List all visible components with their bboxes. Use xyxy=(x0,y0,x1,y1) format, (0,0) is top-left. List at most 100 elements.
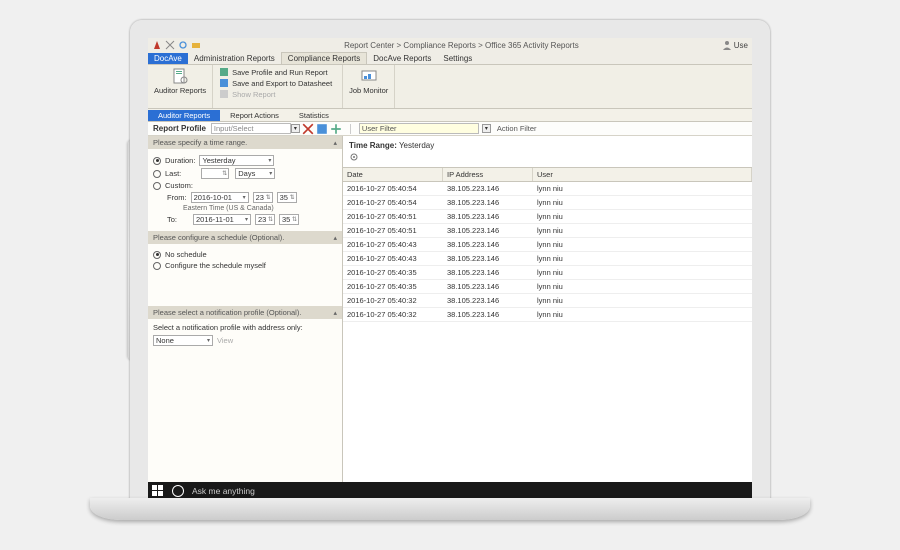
collapse-icon: ▴ xyxy=(333,234,337,242)
start-button-icon[interactable] xyxy=(152,485,164,497)
custom-label: Custom: xyxy=(165,181,193,190)
refresh-icon[interactable] xyxy=(178,40,188,50)
laptop-frame: Report Center > Compliance Reports > Off… xyxy=(130,20,770,500)
main-split: Please specify a time range. ▴ Duration:… xyxy=(148,136,752,482)
cell-ip: 38.105.223.146 xyxy=(443,182,533,195)
cell-ip: 38.105.223.146 xyxy=(443,308,533,321)
from-hour-stepper[interactable]: 23 xyxy=(253,192,273,203)
user-icon xyxy=(722,40,732,50)
radio-no-schedule[interactable] xyxy=(153,251,161,259)
save-export-datasheet-button[interactable]: Save and Export to Datasheet xyxy=(219,78,332,88)
column-date[interactable]: Date xyxy=(343,168,443,181)
from-minute-stepper[interactable]: 35 xyxy=(277,192,297,203)
user-filter-field[interactable]: User Filter xyxy=(359,123,479,134)
save-profile-run-button[interactable]: Save Profile and Run Report xyxy=(219,67,332,77)
table-row[interactable]: 2016-10-27 05:40:3538.105.223.146lynn ni… xyxy=(343,266,752,280)
grid-settings-icon[interactable] xyxy=(349,152,359,162)
cell-ip: 38.105.223.146 xyxy=(443,238,533,251)
cell-user: lynn niu xyxy=(533,196,752,209)
duration-select[interactable]: Yesterday▾ xyxy=(199,155,274,166)
auditor-reports-button[interactable]: Auditor Reports xyxy=(154,67,206,95)
tab-compliance-reports[interactable]: Compliance Reports xyxy=(281,52,367,64)
cortana-icon[interactable] xyxy=(172,485,184,497)
table-row[interactable]: 2016-10-27 05:40:3238.105.223.146lynn ni… xyxy=(343,308,752,322)
table-row[interactable]: 2016-10-27 05:40:5438.105.223.146lynn ni… xyxy=(343,196,752,210)
duration-label: Duration: xyxy=(165,156,195,165)
breadcrumb: Report Center > Compliance Reports > Off… xyxy=(201,41,722,50)
add-profile-icon[interactable] xyxy=(330,123,342,135)
tab-admin-reports[interactable]: Administration Reports xyxy=(188,53,281,64)
column-ip[interactable]: IP Address xyxy=(443,168,533,181)
cell-ip: 38.105.223.146 xyxy=(443,210,533,223)
left-pane: Please specify a time range. ▴ Duration:… xyxy=(148,136,343,482)
cell-date: 2016-10-27 05:40:51 xyxy=(343,210,443,223)
delete-profile-icon[interactable] xyxy=(302,123,314,135)
table-row[interactable]: 2016-10-27 05:40:5438.105.223.146lynn ni… xyxy=(343,182,752,196)
user-filter-dropdown-icon[interactable]: ▾ xyxy=(482,124,491,133)
folder-icon[interactable] xyxy=(191,40,201,50)
last-value-stepper[interactable] xyxy=(201,168,229,179)
tab-settings[interactable]: Settings xyxy=(437,53,478,64)
cell-date: 2016-10-27 05:40:32 xyxy=(343,294,443,307)
view-link[interactable]: View xyxy=(217,336,233,345)
cell-user: lynn niu xyxy=(533,308,752,321)
no-schedule-label: No schedule xyxy=(165,250,207,259)
cell-user: lynn niu xyxy=(533,238,752,251)
configure-schedule-label: Configure the schedule myself xyxy=(165,261,266,270)
to-hour-stepper[interactable]: 23 xyxy=(255,214,275,225)
subtab-report-actions[interactable]: Report Actions xyxy=(220,110,289,121)
cell-user: lynn niu xyxy=(533,280,752,293)
ribbon-tab-strip: DocAve Administration Reports Compliance… xyxy=(148,52,752,65)
tab-docave[interactable]: DocAve xyxy=(148,53,188,64)
cell-ip: 38.105.223.146 xyxy=(443,280,533,293)
subtab-auditor-reports[interactable]: Auditor Reports xyxy=(148,110,220,121)
radio-duration[interactable] xyxy=(153,157,161,165)
right-pane: Time Range: Yesterday Date IP Address Us… xyxy=(343,136,752,482)
last-unit-select[interactable]: Days▾ xyxy=(235,168,275,179)
radio-configure-schedule[interactable] xyxy=(153,262,161,270)
cell-date: 2016-10-27 05:40:32 xyxy=(343,308,443,321)
section-schedule-header[interactable]: Please configure a schedule (Optional). … xyxy=(148,231,342,244)
search-placeholder[interactable]: Ask me anything xyxy=(192,486,255,496)
column-user[interactable]: User xyxy=(533,168,752,181)
notification-profile-label: Select a notification profile with addre… xyxy=(153,323,337,332)
user-badge[interactable]: Use xyxy=(722,40,748,50)
section-time-range-header[interactable]: Please specify a time range. ▴ xyxy=(148,136,342,149)
to-date-picker[interactable]: 2016-11-01▾ xyxy=(193,214,251,225)
table-row[interactable]: 2016-10-27 05:40:4338.105.223.146lynn ni… xyxy=(343,252,752,266)
table-row[interactable]: 2016-10-27 05:40:3238.105.223.146lynn ni… xyxy=(343,294,752,308)
action-filter-label[interactable]: Action Filter xyxy=(497,124,537,133)
cut-icon[interactable] xyxy=(165,40,175,50)
table-row[interactable]: 2016-10-27 05:40:3538.105.223.146lynn ni… xyxy=(343,280,752,294)
report-profile-select[interactable]: Input/Select xyxy=(211,123,291,134)
section-notification-header[interactable]: Please select a notification profile (Op… xyxy=(148,306,342,319)
sub-tab-strip: Auditor Reports Report Actions Statistic… xyxy=(148,109,752,122)
profile-dropdown-icon[interactable]: ▾ xyxy=(291,124,300,133)
table-row[interactable]: 2016-10-27 05:40:5138.105.223.146lynn ni… xyxy=(343,224,752,238)
tab-docave-reports[interactable]: DocAve Reports xyxy=(367,53,437,64)
auditor-reports-label: Auditor Reports xyxy=(154,86,206,95)
radio-last[interactable] xyxy=(153,170,161,178)
cell-date: 2016-10-27 05:40:35 xyxy=(343,266,443,279)
to-minute-stepper[interactable]: 35 xyxy=(279,214,299,225)
timezone-label: Eastern Time (US & Canada) xyxy=(183,205,337,212)
cell-date: 2016-10-27 05:40:54 xyxy=(343,196,443,209)
subtab-statistics[interactable]: Statistics xyxy=(289,110,339,121)
from-date-picker[interactable]: 2016-10-01▾ xyxy=(191,192,249,203)
table-row[interactable]: 2016-10-27 05:40:5138.105.223.146lynn ni… xyxy=(343,210,752,224)
grid-header: Date IP Address User xyxy=(343,168,752,182)
job-monitor-button[interactable]: Job Monitor xyxy=(349,67,388,95)
radio-custom[interactable] xyxy=(153,182,161,190)
app-logo-icon xyxy=(152,40,162,50)
notification-profile-select[interactable]: None▾ xyxy=(153,335,213,346)
report-profile-label: Report Profile xyxy=(148,124,211,133)
cell-ip: 38.105.223.146 xyxy=(443,266,533,279)
save-profile-icon[interactable] xyxy=(316,123,328,135)
cell-ip: 38.105.223.146 xyxy=(443,252,533,265)
time-range-label: Time Range: xyxy=(349,141,397,150)
cell-ip: 38.105.223.146 xyxy=(443,196,533,209)
time-range-value: Yesterday xyxy=(399,141,434,150)
table-row[interactable]: 2016-10-27 05:40:4338.105.223.146lynn ni… xyxy=(343,238,752,252)
show-report-button: Show Report xyxy=(219,89,332,99)
divider xyxy=(350,124,351,134)
